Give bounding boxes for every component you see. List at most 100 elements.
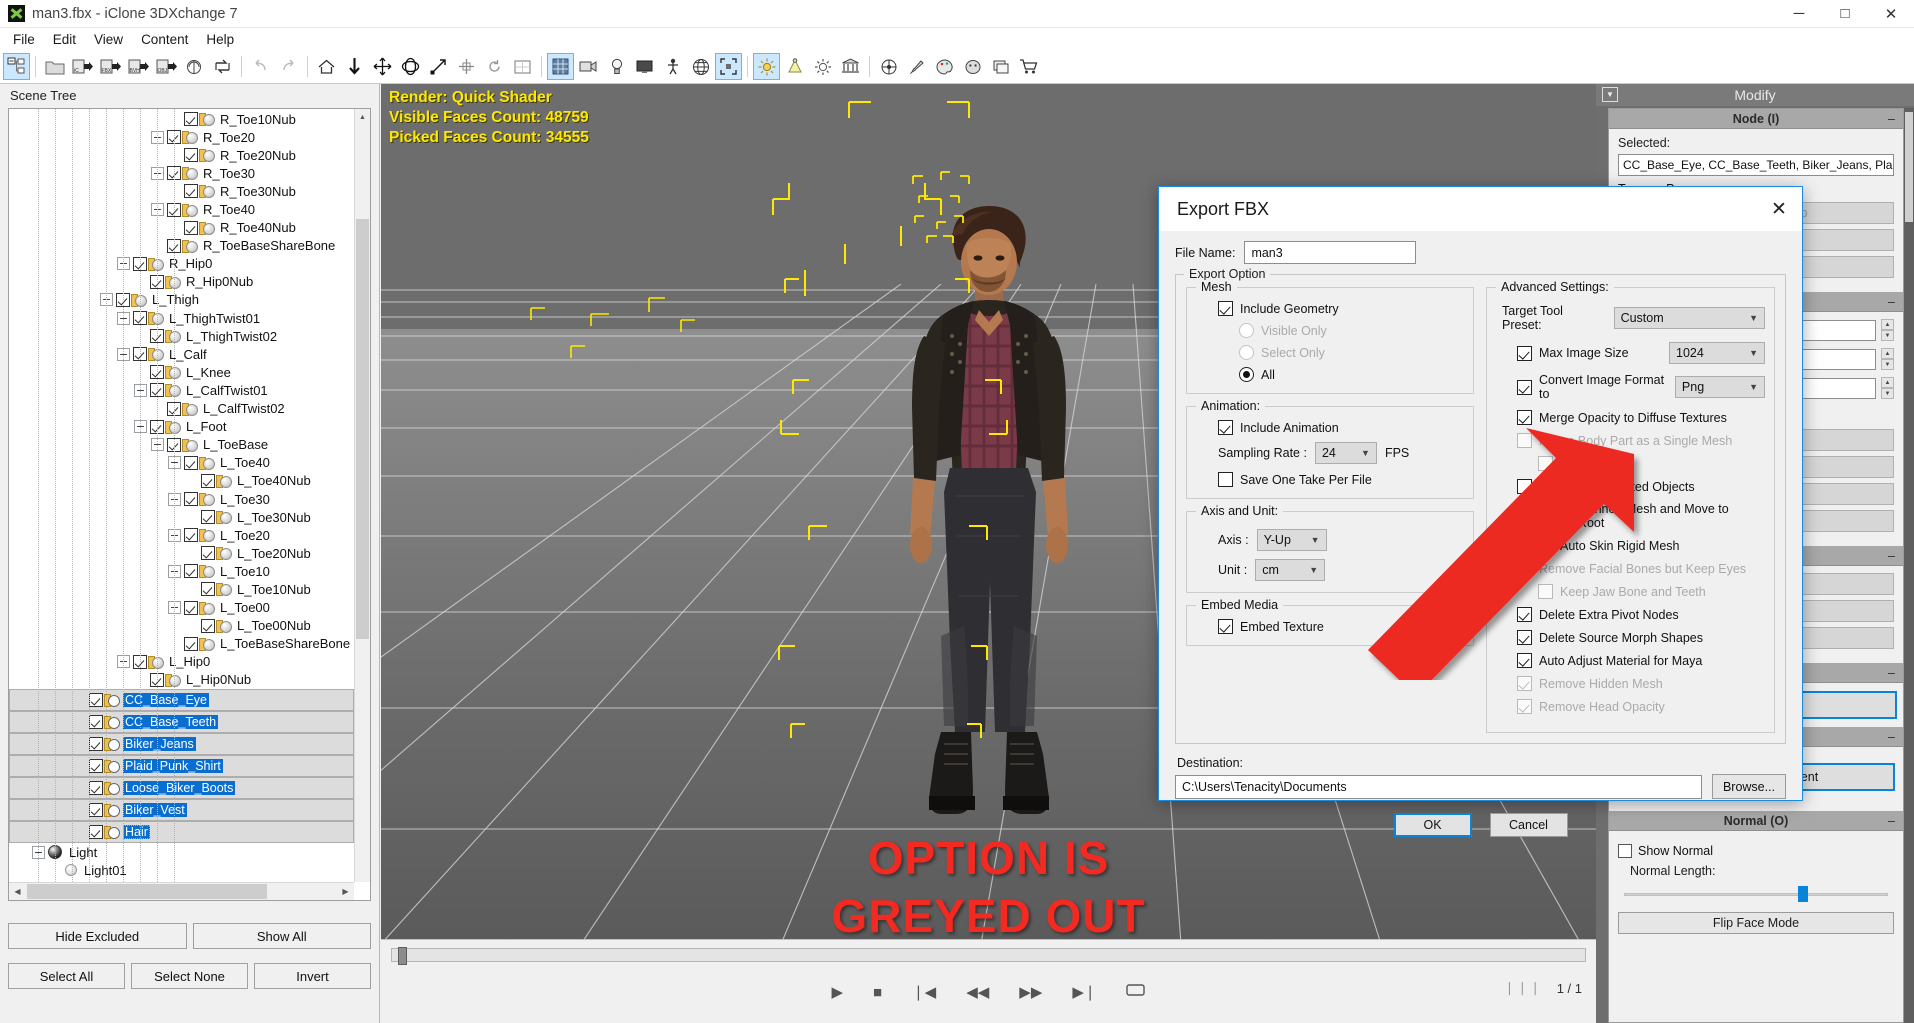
timeline-grip-icon[interactable]: ❘❘❘ — [1504, 980, 1543, 996]
rotate-spinner-right[interactable]: ▲ ▼ — [1881, 348, 1894, 370]
unit-select[interactable]: cm ▼ — [1255, 559, 1326, 581]
menu-file[interactable]: File — [4, 30, 44, 49]
motion-tool-icon[interactable] — [659, 53, 686, 80]
move-down-icon[interactable] — [341, 53, 368, 80]
tree-node-l_toe30nub[interactable]: L_Toe30Nub — [9, 508, 354, 526]
timeline-playhead[interactable] — [398, 947, 407, 965]
advanced-option-max-image-size[interactable]: Max Image Size 1024 ▼ — [1517, 342, 1765, 364]
layer-tool-icon[interactable] — [987, 53, 1014, 80]
forward-button[interactable]: ▶▶ — [1019, 983, 1042, 1001]
section-node-header[interactable]: Node (I) – — [1609, 109, 1903, 129]
tree-node-cc_base_eye[interactable]: CC_Base_Eye — [9, 689, 354, 711]
tree-node-l_hip0nub[interactable]: L_Hip0Nub — [9, 671, 354, 689]
tree-node-checkbox[interactable] — [184, 184, 198, 199]
tree-node-checkbox[interactable] — [89, 693, 103, 707]
tree-node-checkbox[interactable] — [184, 112, 198, 127]
render-tool-icon[interactable] — [509, 53, 536, 80]
select-none-button[interactable]: Select None — [131, 963, 248, 989]
tree-node-biker_vest[interactable]: Biker_Vest — [9, 799, 354, 821]
advanced-option-select[interactable]: 1024 ▼ — [1669, 342, 1765, 364]
scene-tree-box[interactable]: R_Toe10Nub R_Toe20 R_Toe20Nub R_Toe30 R_Toe3… — [8, 108, 371, 901]
stop-button[interactable]: ■ — [873, 984, 882, 1001]
export-iclone-icon[interactable]: iC — [69, 53, 96, 80]
bulb-tool-icon[interactable] — [809, 53, 836, 80]
tree-node-checkbox[interactable] — [89, 781, 103, 795]
tree-node-r_toe30nub[interactable]: R_Toe30Nub — [9, 182, 354, 200]
convert-prop-icon[interactable] — [181, 53, 208, 80]
modify-panel-scrollbar[interactable] — [1904, 108, 1914, 1023]
tree-node-checkbox[interactable] — [184, 600, 198, 615]
tree-node-checkbox[interactable] — [201, 546, 215, 561]
tree-node-r_toe10nub[interactable]: R_Toe10Nub — [9, 110, 354, 128]
rewind-button[interactable]: ◀◀ — [966, 983, 989, 1001]
advanced-option-checkbox[interactable] — [1517, 479, 1532, 494]
advanced-option-auto-skin-rigid-mesh[interactable]: Auto Skin Rigid Mesh — [1538, 538, 1765, 553]
menu-content[interactable]: Content — [132, 30, 197, 49]
home-view-icon[interactable] — [313, 53, 340, 80]
tree-node-checkbox[interactable] — [89, 825, 103, 839]
include-geometry-checkbox[interactable] — [1218, 301, 1233, 316]
timeline-track[interactable] — [391, 947, 1586, 965]
material-tool-icon[interactable] — [875, 53, 902, 80]
tree-scroll-right-icon[interactable]: ▶ — [337, 883, 354, 900]
tree-node-r_toe20[interactable]: R_Toe20 — [9, 128, 354, 146]
include-animation-checkbox[interactable] — [1218, 420, 1233, 435]
tree-node-checkbox[interactable] — [184, 564, 198, 579]
tree-node-checkbox[interactable] — [89, 803, 103, 817]
close-button[interactable]: ✕ — [1868, 0, 1914, 28]
tree-node-light01[interactable]: Light01 — [9, 861, 354, 879]
destination-input[interactable]: C:\Users\Tenacity\Documents — [1175, 774, 1702, 799]
advanced-option-delete-source-morph-shapes[interactable]: Delete Source Morph Shapes — [1517, 630, 1765, 645]
sampling-rate-select[interactable]: 24 ▼ — [1314, 442, 1377, 464]
globe-tool-icon[interactable] — [687, 53, 714, 80]
tree-node-l_toe40[interactable]: L_Toe40 — [9, 454, 354, 472]
file-name-input[interactable]: man3 — [1244, 241, 1417, 264]
advanced-option-checkbox[interactable] — [1517, 508, 1532, 524]
tree-node-l_toe40nub[interactable]: L_Toe40Nub — [9, 472, 354, 490]
tree-node-l_knee[interactable]: L_Knee — [9, 363, 354, 381]
tree-node-l_toe10nub[interactable]: L_Toe10Nub — [9, 580, 354, 598]
advanced-option-checkbox[interactable] — [1517, 410, 1532, 425]
tree-node-l_toe20[interactable]: L_Toe20 — [9, 526, 354, 544]
tree-node-r_toe30[interactable]: R_Toe30 — [9, 164, 354, 182]
tree-node-l_toe10[interactable]: L_Toe10 — [9, 562, 354, 580]
sun-tool-icon[interactable] — [753, 53, 780, 80]
tree-node-r_hip0[interactable]: R_Hip0 — [9, 255, 354, 273]
tree-node-checkbox[interactable] — [89, 759, 103, 773]
tree-node-r_toe40nub[interactable]: R_Toe40Nub — [9, 219, 354, 237]
tree-node-r_hip0nub[interactable]: R_Hip0Nub — [9, 273, 354, 291]
embed-texture-checkbox[interactable] — [1218, 619, 1233, 634]
scale-spinner-right[interactable]: ▲ ▼ — [1881, 377, 1894, 399]
tree-node-l_thightwist02[interactable]: L_ThighTwist02 — [9, 327, 354, 345]
modify-panel-scroll-thumb[interactable] — [1905, 112, 1913, 222]
tree-vertical-scrollbar[interactable]: ▲ — [354, 109, 370, 882]
section-tool-collapse-icon[interactable]: – — [1888, 666, 1895, 680]
advanced-option-select[interactable]: Png ▼ — [1674, 376, 1765, 398]
menu-view[interactable]: View — [85, 30, 132, 49]
tree-node-cc_base_teeth[interactable]: CC_Base_Teeth — [9, 711, 354, 733]
advanced-option-unlink-skinned-mesh-and-move-to-scene-root[interactable]: Unlink Skinned Mesh and Move to Scene Ro… — [1517, 502, 1765, 530]
loop-icon[interactable] — [1126, 983, 1146, 1001]
tree-node-l_toe00nub[interactable]: L_Toe00Nub — [9, 617, 354, 635]
redo-icon[interactable] — [275, 53, 302, 80]
open-folder-icon[interactable] — [41, 53, 68, 80]
camera-tool-icon[interactable] — [575, 53, 602, 80]
tree-node-loose_biker_boots[interactable]: Loose_Biker_Boots — [9, 777, 354, 799]
advanced-option-checkbox[interactable] — [1517, 653, 1532, 668]
play-button[interactable]: ▶ — [832, 983, 844, 1001]
convert-character-icon[interactable] — [209, 53, 236, 80]
menu-help[interactable]: Help — [197, 30, 243, 49]
palette-tool-icon[interactable] — [931, 53, 958, 80]
scale-tool-icon[interactable] — [425, 53, 452, 80]
move-tool-icon[interactable] — [369, 53, 396, 80]
tree-node-hair[interactable]: Hair — [9, 821, 354, 843]
tree-scroll-up-icon[interactable]: ▲ — [355, 109, 370, 125]
prev-key-button[interactable]: ❘◀ — [912, 983, 936, 1001]
include-geometry-row[interactable]: Include Geometry — [1218, 301, 1463, 316]
tree-vertical-thumb[interactable] — [356, 219, 369, 639]
tree-scroll-left-icon[interactable]: ◀ — [9, 883, 26, 900]
grid-toggle-icon[interactable] — [547, 53, 574, 80]
reset-tool-icon[interactable] — [481, 53, 508, 80]
tree-node-checkbox[interactable] — [201, 473, 215, 488]
tree-node-checkbox[interactable] — [89, 715, 103, 729]
